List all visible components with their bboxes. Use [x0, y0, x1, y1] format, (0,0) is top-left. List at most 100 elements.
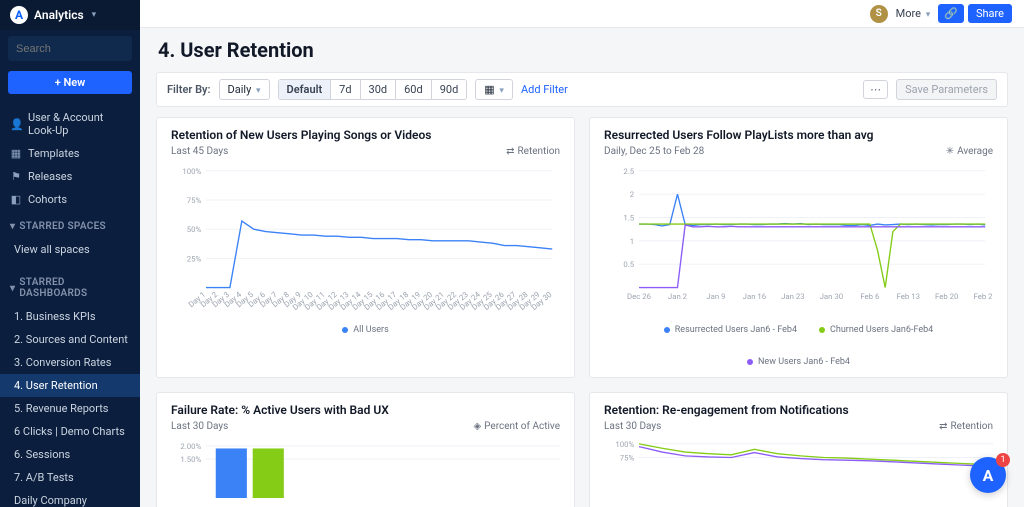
metric-tag[interactable]: ⇄ Retention [506, 146, 560, 157]
link-icon: 🔗 [944, 7, 958, 20]
line-chart: 75% 100% [604, 440, 993, 498]
new-button[interactable]: + New [8, 71, 132, 94]
filter-bar: Filter By: Daily ▾ Default7d30d60d90d ▦ … [156, 72, 1008, 107]
search-input[interactable] [16, 43, 140, 55]
sidebar-dashboard-item[interactable]: 4. User Retention [0, 374, 140, 397]
svg-text:Jan 2: Jan 2 [668, 292, 688, 301]
metric-tag[interactable]: ◈ Percent of Active [473, 421, 560, 432]
svg-text:Feb 6: Feb 6 [860, 292, 879, 301]
svg-text:Jan 9: Jan 9 [706, 292, 725, 301]
svg-text:Jan 16: Jan 16 [743, 292, 766, 301]
svg-text:75%: 75% [620, 453, 635, 462]
svg-text:100%: 100% [182, 167, 201, 176]
more-menu[interactable]: More ▾ [896, 7, 931, 20]
nav-icon: ▦ [10, 147, 22, 160]
sidebar-item[interactable]: 👤 User & Account Look-Up [0, 106, 140, 142]
main: S More ▾ 🔗 Share 4. User Retention Filte… [140, 0, 1024, 507]
line-chart: 25%50%75%100%Day 1Day 2Day 3Day 4Day 5Da… [171, 165, 560, 321]
chevron-down-icon: ▾ [10, 221, 15, 232]
avatar[interactable]: S [870, 5, 888, 23]
sidebar: A Analytics ▾ ⌕ + New 👤 User & Account Lo… [0, 0, 140, 507]
link-button[interactable]: 🔗 [938, 4, 964, 23]
svg-text:Feb 13: Feb 13 [897, 292, 920, 301]
chart-card-resurrected-users: Resurrected Users Follow PlayLists more … [589, 117, 1008, 378]
svg-text:Feb 27: Feb 27 [974, 292, 993, 301]
calendar-button[interactable]: ▦ ▾ [475, 79, 513, 100]
sidebar-dashboard-item[interactable]: 6. Sessions [0, 443, 140, 466]
svg-text:100%: 100% [615, 440, 634, 449]
svg-text:Dec 26: Dec 26 [627, 292, 651, 301]
legend: Resurrected Users Jan6 - Feb4 Churned Us… [604, 325, 993, 367]
range-pill[interactable]: 30d [361, 80, 397, 99]
svg-text:2.00%: 2.00% [180, 441, 201, 450]
svg-text:1.50%: 1.50% [180, 454, 201, 463]
save-parameters-button: Save Parameters [896, 79, 997, 100]
more-options[interactable]: ⋯ [863, 80, 888, 99]
sidebar-item-label: User & Account Look-Up [28, 111, 130, 137]
svg-text:2.5: 2.5 [623, 167, 634, 176]
sidebar-dashboard-item[interactable]: 6 Clicks | Demo Charts [0, 420, 140, 443]
card-subtitle: Last 30 Days [171, 421, 228, 432]
bar-chart: 1.50% 2.00% [171, 440, 560, 498]
range-pill[interactable]: 60d [396, 80, 432, 99]
starred-dashboards-heading[interactable]: ▾ STARRED DASHBOARDS [0, 271, 140, 305]
sidebar-dashboard-item[interactable]: 1. Business KPIs [0, 305, 140, 328]
range-pill[interactable]: 90d [432, 80, 467, 99]
legend: All Users [171, 325, 560, 335]
calendar-icon: ▦ [484, 83, 494, 96]
search-input-wrap[interactable]: ⌕ [8, 36, 132, 61]
card-title: Retention of New Users Playing Songs or … [171, 128, 560, 142]
interval-select[interactable]: Daily ▾ [219, 79, 270, 100]
card-subtitle: Last 45 Days [171, 146, 228, 157]
svg-text:0.5: 0.5 [623, 260, 634, 269]
sidebar-item[interactable]: ▦ Templates [0, 142, 140, 165]
card-title: Resurrected Users Follow PlayLists more … [604, 128, 993, 142]
sidebar-item-label: Releases [28, 170, 72, 183]
svg-text:Feb 20: Feb 20 [935, 292, 958, 301]
svg-text:75%: 75% [187, 196, 202, 205]
svg-text:50%: 50% [187, 225, 202, 234]
metric-tag[interactable]: ✳ Average [946, 146, 993, 157]
brand-name: Analytics [34, 8, 84, 22]
nav-icon: ◧ [10, 193, 22, 206]
share-button[interactable]: Share [968, 4, 1012, 23]
range-pills: Default7d30d60d90d [278, 79, 468, 100]
sidebar-item[interactable]: ◧ Cohorts [0, 188, 140, 211]
brand-icon: A [10, 6, 28, 24]
card-title: Failure Rate: % Active Users with Bad UX [171, 403, 560, 417]
card-subtitle: Last 30 Days [604, 421, 661, 432]
card-subtitle: Daily, Dec 25 to Feb 28 [604, 146, 704, 157]
filter-label: Filter By: [167, 83, 211, 96]
chevron-down-icon: ▾ [92, 10, 97, 20]
nav-icon: ⚑ [10, 170, 22, 183]
range-pill[interactable]: Default [279, 80, 332, 99]
sidebar-dashboard-item[interactable]: Daily Company Dashboard [0, 489, 140, 507]
sidebar-dashboard-item[interactable]: 3. Conversion Rates [0, 351, 140, 374]
chart-card-reengagement: Retention: Re-engagement from Notificati… [589, 392, 1008, 507]
sidebar-dashboard-item[interactable]: 5. Revenue Reports [0, 397, 140, 420]
range-pill[interactable]: 7d [331, 80, 360, 99]
svg-text:2: 2 [630, 190, 635, 199]
sidebar-item-label: Cohorts [28, 193, 67, 206]
card-title: Retention: Re-engagement from Notificati… [604, 403, 993, 417]
fab-badge: 1 [996, 453, 1010, 467]
svg-text:25%: 25% [187, 254, 202, 263]
sidebar-dashboard-item[interactable]: 7. A/B Tests [0, 466, 140, 489]
sidebar-dashboard-item[interactable]: 2. Sources and Content [0, 328, 140, 351]
topbar: S More ▾ 🔗 Share [140, 0, 1024, 28]
sidebar-item[interactable]: ⚑ Releases [0, 165, 140, 188]
add-filter[interactable]: Add Filter [521, 83, 568, 96]
chart-card-retention-new-users: Retention of New Users Playing Songs or … [156, 117, 575, 378]
svg-text:Jan 23: Jan 23 [781, 292, 804, 301]
chevron-down-icon: ▾ [10, 283, 15, 294]
svg-text:1: 1 [630, 237, 634, 246]
brand-switcher[interactable]: A Analytics ▾ [0, 0, 140, 30]
page-title: 4. User Retention [158, 38, 1006, 62]
view-all-spaces[interactable]: View all spaces [0, 238, 140, 261]
metric-tag[interactable]: ⇄ Retention [939, 421, 993, 432]
svg-text:1.5: 1.5 [623, 213, 634, 222]
sidebar-item-label: Templates [28, 147, 79, 160]
nav-icon: 👤 [10, 118, 22, 131]
svg-text:Jan 30: Jan 30 [820, 292, 843, 301]
starred-spaces-heading[interactable]: ▾ STARRED SPACES [0, 215, 140, 238]
